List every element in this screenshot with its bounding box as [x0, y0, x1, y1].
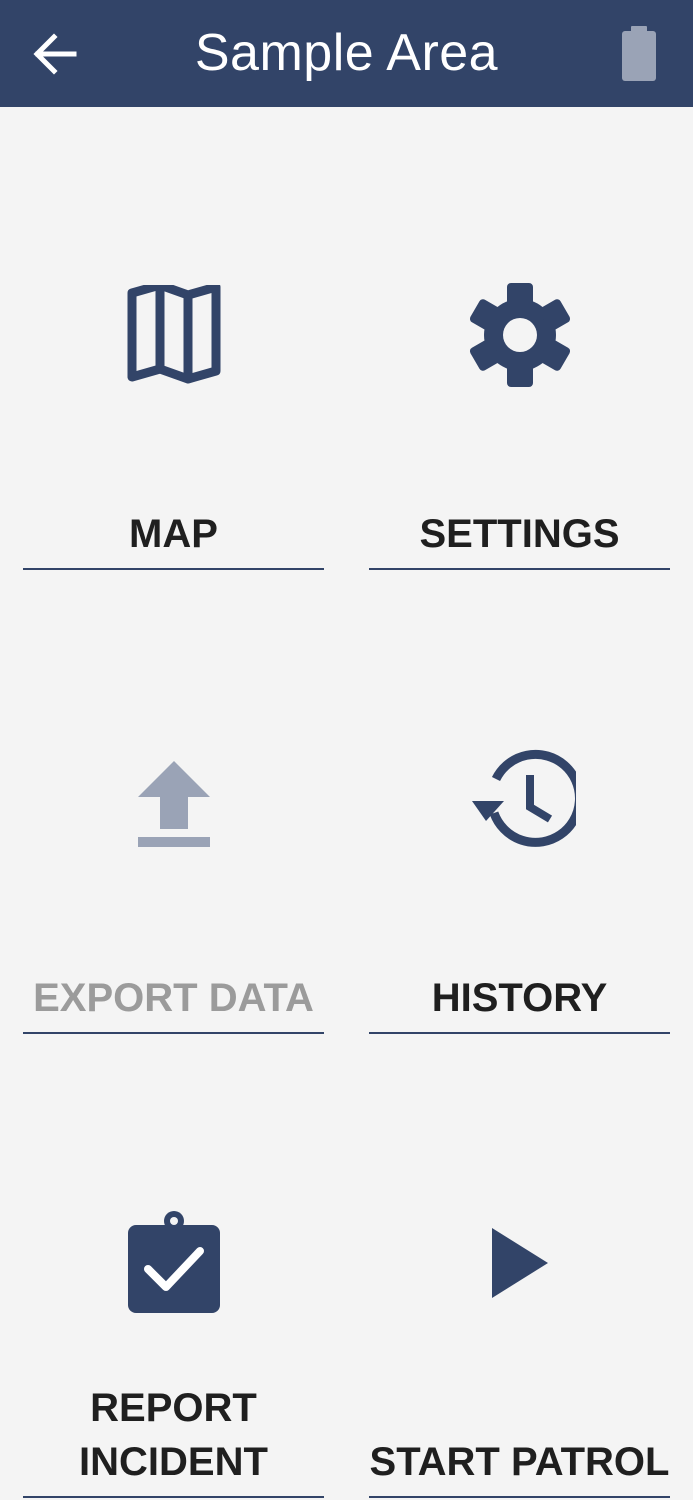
export-data-tile[interactable]: EXPORT DATA	[23, 704, 324, 1036]
report-incident-label-line1: REPORT	[90, 1386, 257, 1430]
play-icon	[491, 1228, 548, 1298]
start-patrol-label: START PATROL	[369, 1440, 670, 1484]
gear-icon	[469, 283, 570, 387]
start-patrol-underline	[369, 1496, 670, 1498]
start-patrol-tile[interactable]: START PATROL	[369, 1168, 670, 1500]
settings-underline	[369, 568, 670, 570]
settings-label: SETTINGS	[419, 512, 620, 556]
back-button[interactable]	[22, 22, 86, 86]
settings-tile[interactable]: SETTINGS	[369, 240, 670, 572]
history-tile[interactable]: HISTORY	[369, 704, 670, 1036]
map-underline	[23, 568, 324, 570]
upload-icon	[137, 761, 210, 847]
history-icon	[471, 749, 576, 847]
map-label: MAP	[129, 512, 218, 556]
battery-icon	[622, 26, 656, 81]
map-tile[interactable]: MAP	[23, 240, 324, 572]
app-header: Sample Area	[0, 0, 693, 107]
clipboard-check-icon	[127, 1211, 220, 1313]
map-icon	[127, 285, 220, 384]
arrow-left-icon	[33, 33, 77, 75]
export-data-label: EXPORT DATA	[33, 976, 314, 1020]
export-data-underline	[23, 1032, 324, 1034]
report-incident-label-line2: INCIDENT	[79, 1440, 268, 1484]
report-incident-tile[interactable]: REPORT INCIDENT	[23, 1168, 324, 1500]
history-label: HISTORY	[431, 976, 608, 1020]
report-incident-underline	[23, 1496, 324, 1498]
page-title: Sample Area	[194, 24, 499, 82]
history-underline	[369, 1032, 670, 1034]
